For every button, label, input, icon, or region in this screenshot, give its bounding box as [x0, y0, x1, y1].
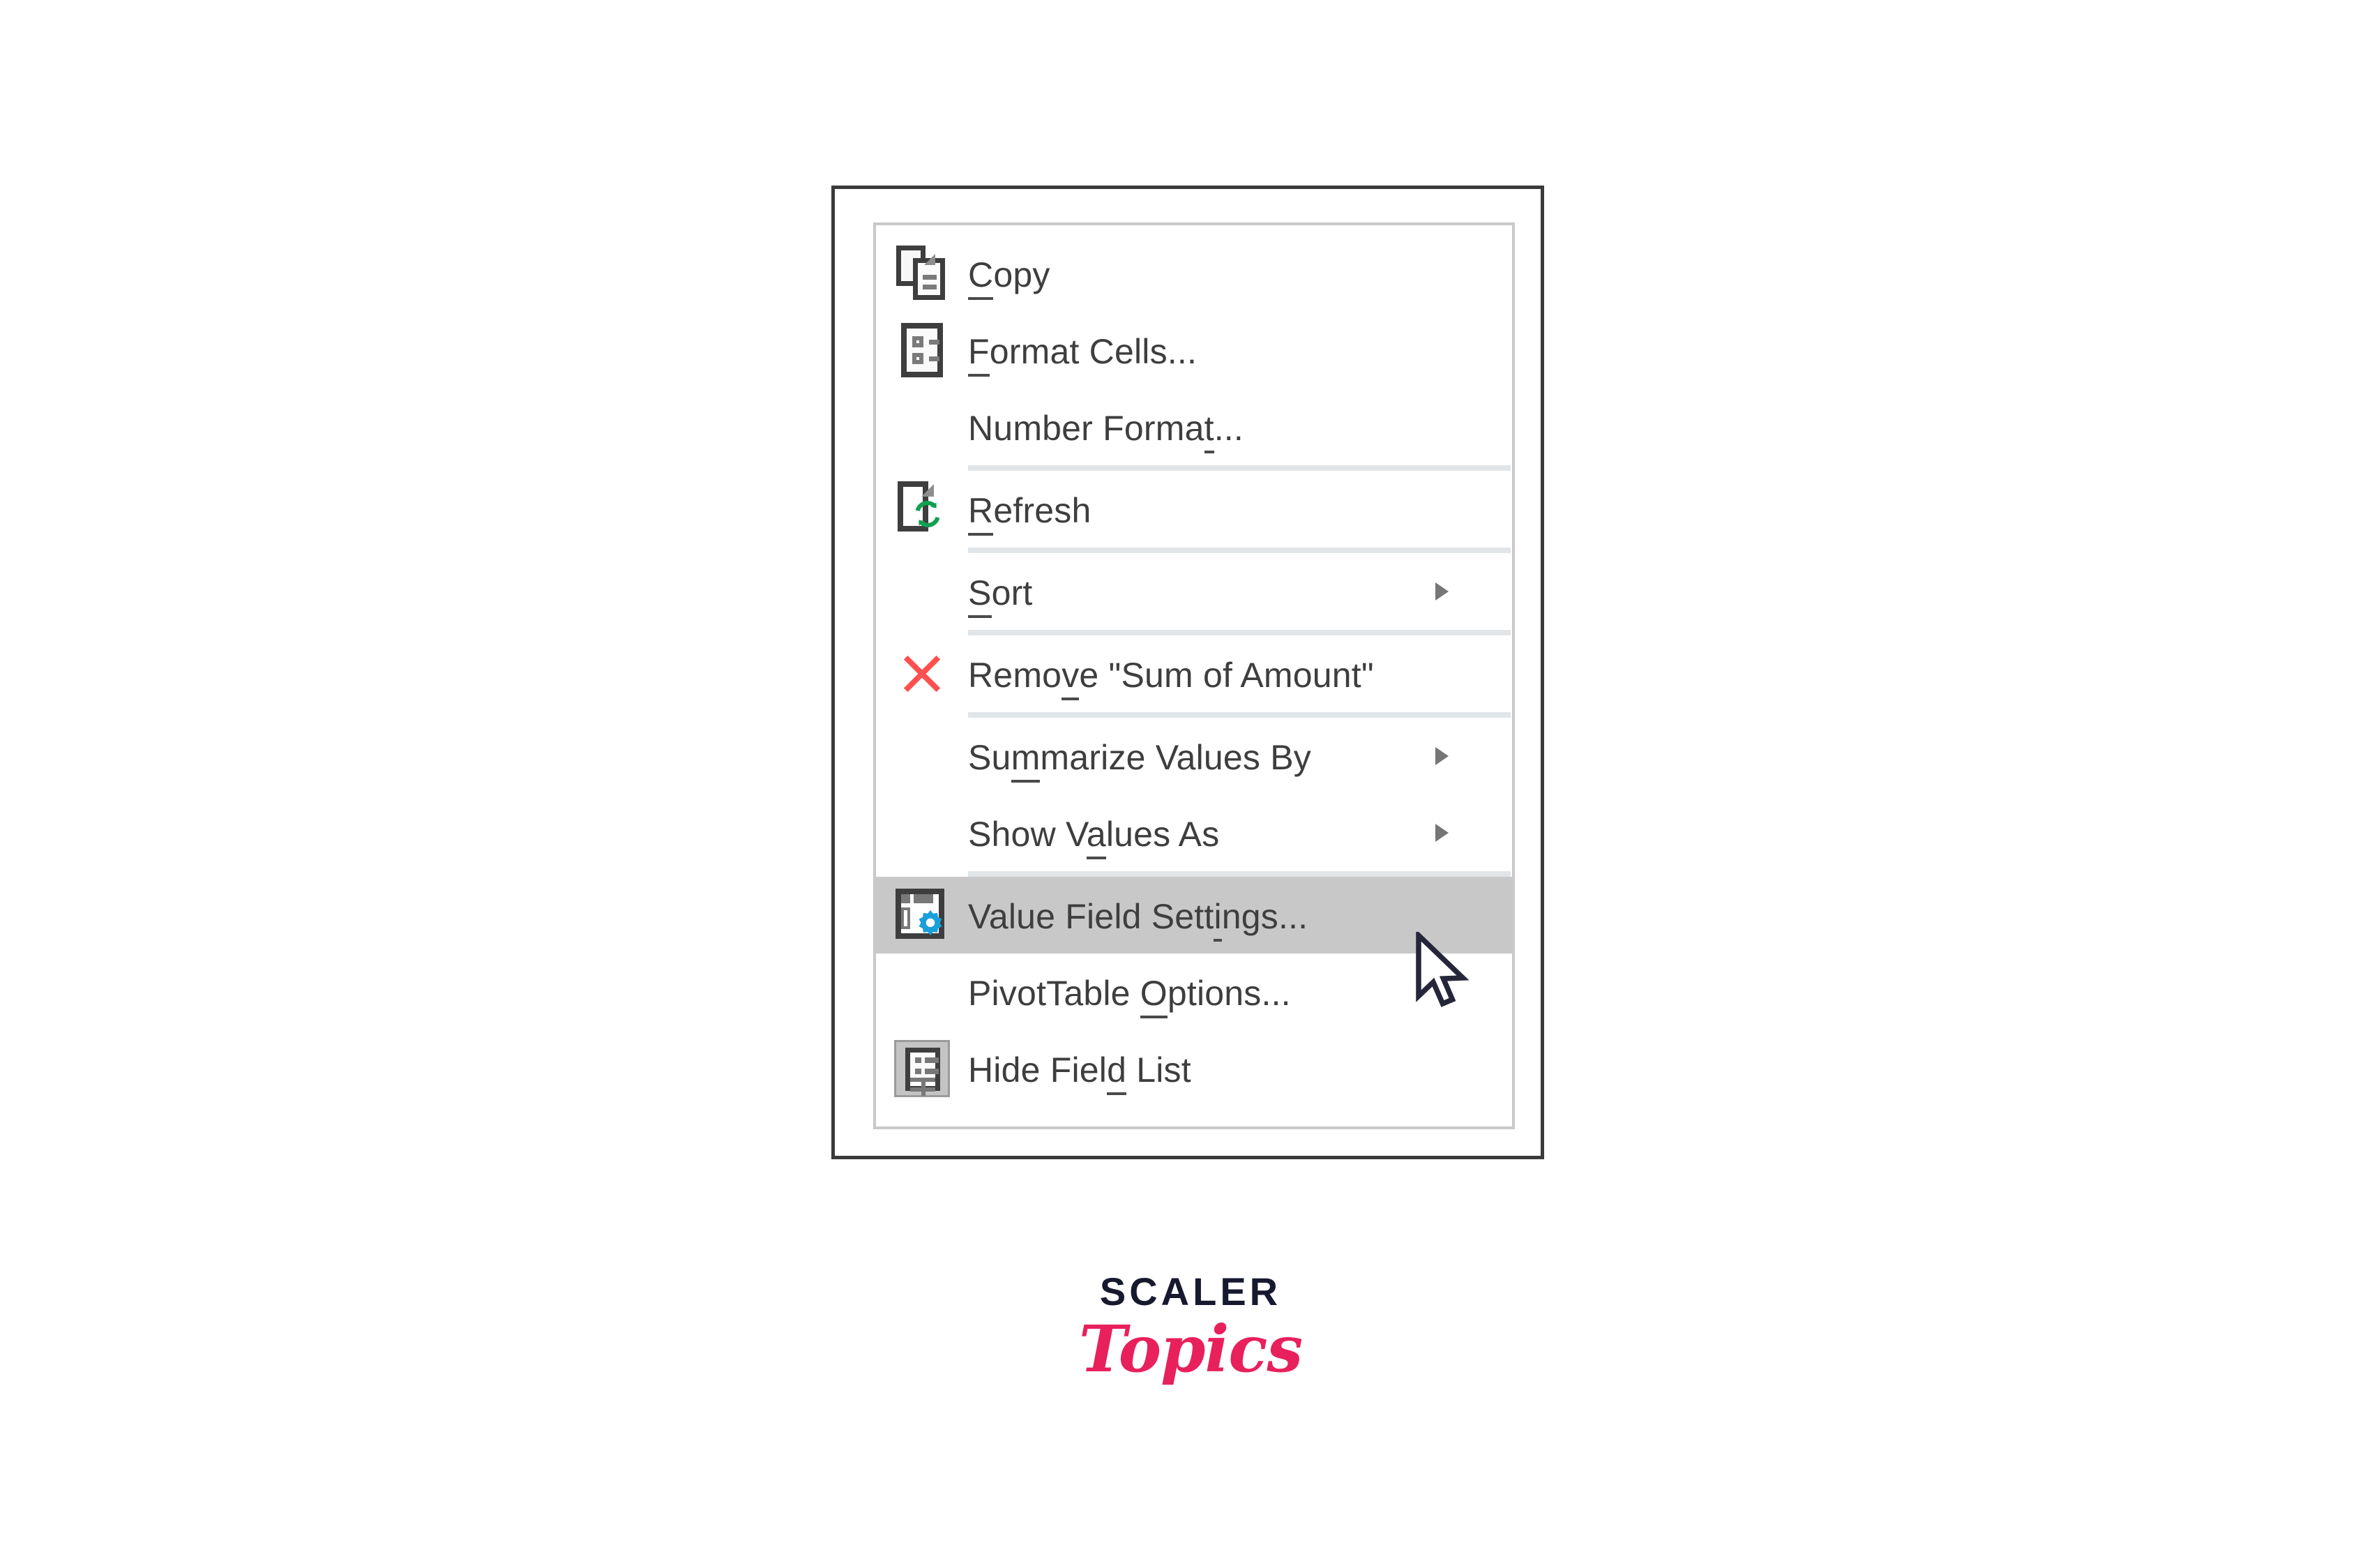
menu-item-label: Sort [968, 573, 1430, 618]
menu-item-label: Format Cells... [968, 331, 1430, 377]
remove-x-icon [899, 651, 945, 697]
menu-separator [968, 630, 1511, 635]
menu-item-icon-cell [876, 235, 968, 312]
menu-item-label: Remove "Sum of Amount" [968, 655, 1430, 700]
menu-item-icon-cell [876, 553, 968, 630]
copy-icon [896, 246, 948, 301]
menu-item-refresh[interactable]: Refresh [876, 471, 1512, 548]
chevron-right-icon [1435, 582, 1449, 601]
hide-field-list-icon [894, 1040, 950, 1097]
menu-item-remove-field[interactable]: Remove "Sum of Amount" [876, 635, 1512, 712]
menu-separator [968, 548, 1511, 553]
menu-item-number-format[interactable]: Number Format... [876, 389, 1512, 465]
menu-item-icon-cell [876, 953, 968, 1030]
menu-item-icon-cell [876, 471, 968, 548]
menu-item-icon-cell [876, 718, 968, 794]
menu-item-format-cells[interactable]: Format Cells... [876, 312, 1512, 389]
menu-item-label: Summarize Values By [968, 737, 1430, 783]
menu-item-icon-cell [876, 794, 968, 871]
menu-item-hide-field-list[interactable]: Hide Field List [876, 1030, 1512, 1107]
menu-item-label: PivotTable Options... [968, 973, 1430, 1018]
menu-item-copy[interactable]: Copy [876, 235, 1512, 312]
menu-item-show-values-as[interactable]: Show Values As [876, 794, 1512, 871]
menu-item-label: Refresh [968, 490, 1430, 536]
menu-separator [968, 871, 1511, 877]
menu-item-icon-cell [876, 635, 968, 712]
refresh-icon [896, 480, 948, 538]
menu-item-pivottable-options[interactable]: PivotTable Options... [876, 953, 1512, 1030]
menu-item-label: Show Values As [968, 814, 1430, 859]
context-menu-list: Copy Format Cells... Number Format... Re… [876, 225, 1512, 1118]
context-menu: Copy Format Cells... Number Format... Re… [873, 223, 1515, 1129]
menu-item-sort[interactable]: Sort [876, 553, 1512, 630]
menu-item-arrow-cell [1430, 747, 1512, 765]
menu-item-label: Hide Field List [968, 1050, 1430, 1095]
menu-item-label: Value Field Settings... [968, 896, 1430, 942]
value-field-settings-icon [896, 889, 949, 942]
format-cells-icon [901, 323, 943, 377]
menu-separator [968, 712, 1511, 718]
menu-item-label: Copy [968, 255, 1430, 300]
scaler-topics-logo: SCALER Topics [1072, 1272, 1309, 1383]
menu-item-icon-cell [876, 877, 968, 953]
chevron-right-icon [1435, 824, 1449, 842]
menu-item-arrow-cell [1430, 824, 1512, 842]
menu-separator [968, 465, 1511, 471]
chevron-right-icon [1435, 747, 1449, 765]
menu-item-arrow-cell [1430, 582, 1512, 601]
menu-item-icon-cell [876, 389, 968, 465]
logo-primary-text: SCALER [1099, 1269, 1282, 1313]
logo-secondary-text: Topics [1078, 1311, 1303, 1387]
menu-item-value-field-settings[interactable]: Value Field Settings... [876, 877, 1512, 953]
menu-item-icon-cell [876, 1030, 968, 1107]
menu-item-icon-cell [876, 312, 968, 389]
menu-item-label: Number Format... [968, 408, 1430, 453]
menu-item-summarize-values-by[interactable]: Summarize Values By [876, 718, 1512, 794]
